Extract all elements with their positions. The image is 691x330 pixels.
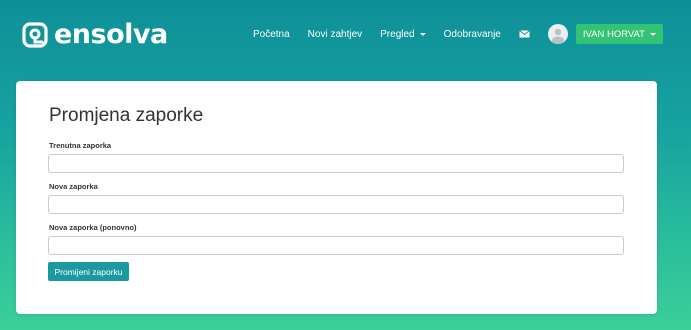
- new-password-label: Nova zaporka: [49, 182, 98, 191]
- change-password-button[interactable]: Promijeni zaporku: [48, 262, 129, 281]
- ensolva-logo-icon: [22, 22, 48, 48]
- nav-item-label: Početna: [252, 28, 290, 40]
- change-password-card: Promjena zaporke Trenutna zaporka Nova z…: [16, 81, 657, 314]
- user-name: IVAN HORVAT: [582, 28, 645, 40]
- main-nav: Početna Novi zahtjev Pregled Odobravanje…: [253, 22, 663, 46]
- brand-name: ensolva: [54, 19, 168, 50]
- nav-item-novi-zahtjev[interactable]: Novi zahtjev: [308, 29, 362, 40]
- nav-item-label: Odobravanje: [443, 28, 501, 40]
- caret-down-icon: [650, 32, 656, 36]
- new-password-field[interactable]: [48, 195, 624, 214]
- person-silhouette-icon: [551, 28, 564, 44]
- nav-item-label: Pregled: [380, 28, 415, 40]
- page-title: Promjena zaporke: [49, 105, 204, 126]
- repeat-password-label: Nova zaporka (ponovno): [49, 223, 137, 232]
- current-password-field[interactable]: [48, 154, 624, 173]
- top-navbar: ensolva Početna Novi zahtjev Pregled Odo…: [0, 0, 691, 70]
- repeat-password-field[interactable]: [48, 236, 624, 255]
- nav-item-pocetna[interactable]: Početna: [253, 29, 290, 40]
- nav-item-label: Novi zahtjev: [307, 28, 363, 40]
- nav-item-odobravanje[interactable]: Odobravanje: [444, 29, 501, 40]
- caret-down-icon: [419, 32, 426, 36]
- user-avatar-icon[interactable]: [547, 24, 568, 44]
- nav-item-pregled[interactable]: Pregled: [380, 28, 426, 40]
- current-password-label: Trenutna zaporka: [49, 141, 112, 150]
- envelope-icon[interactable]: [519, 30, 530, 38]
- user-menu-button[interactable]: IVAN HORVAT: [575, 24, 663, 44]
- brand-logo[interactable]: ensolva: [22, 18, 168, 52]
